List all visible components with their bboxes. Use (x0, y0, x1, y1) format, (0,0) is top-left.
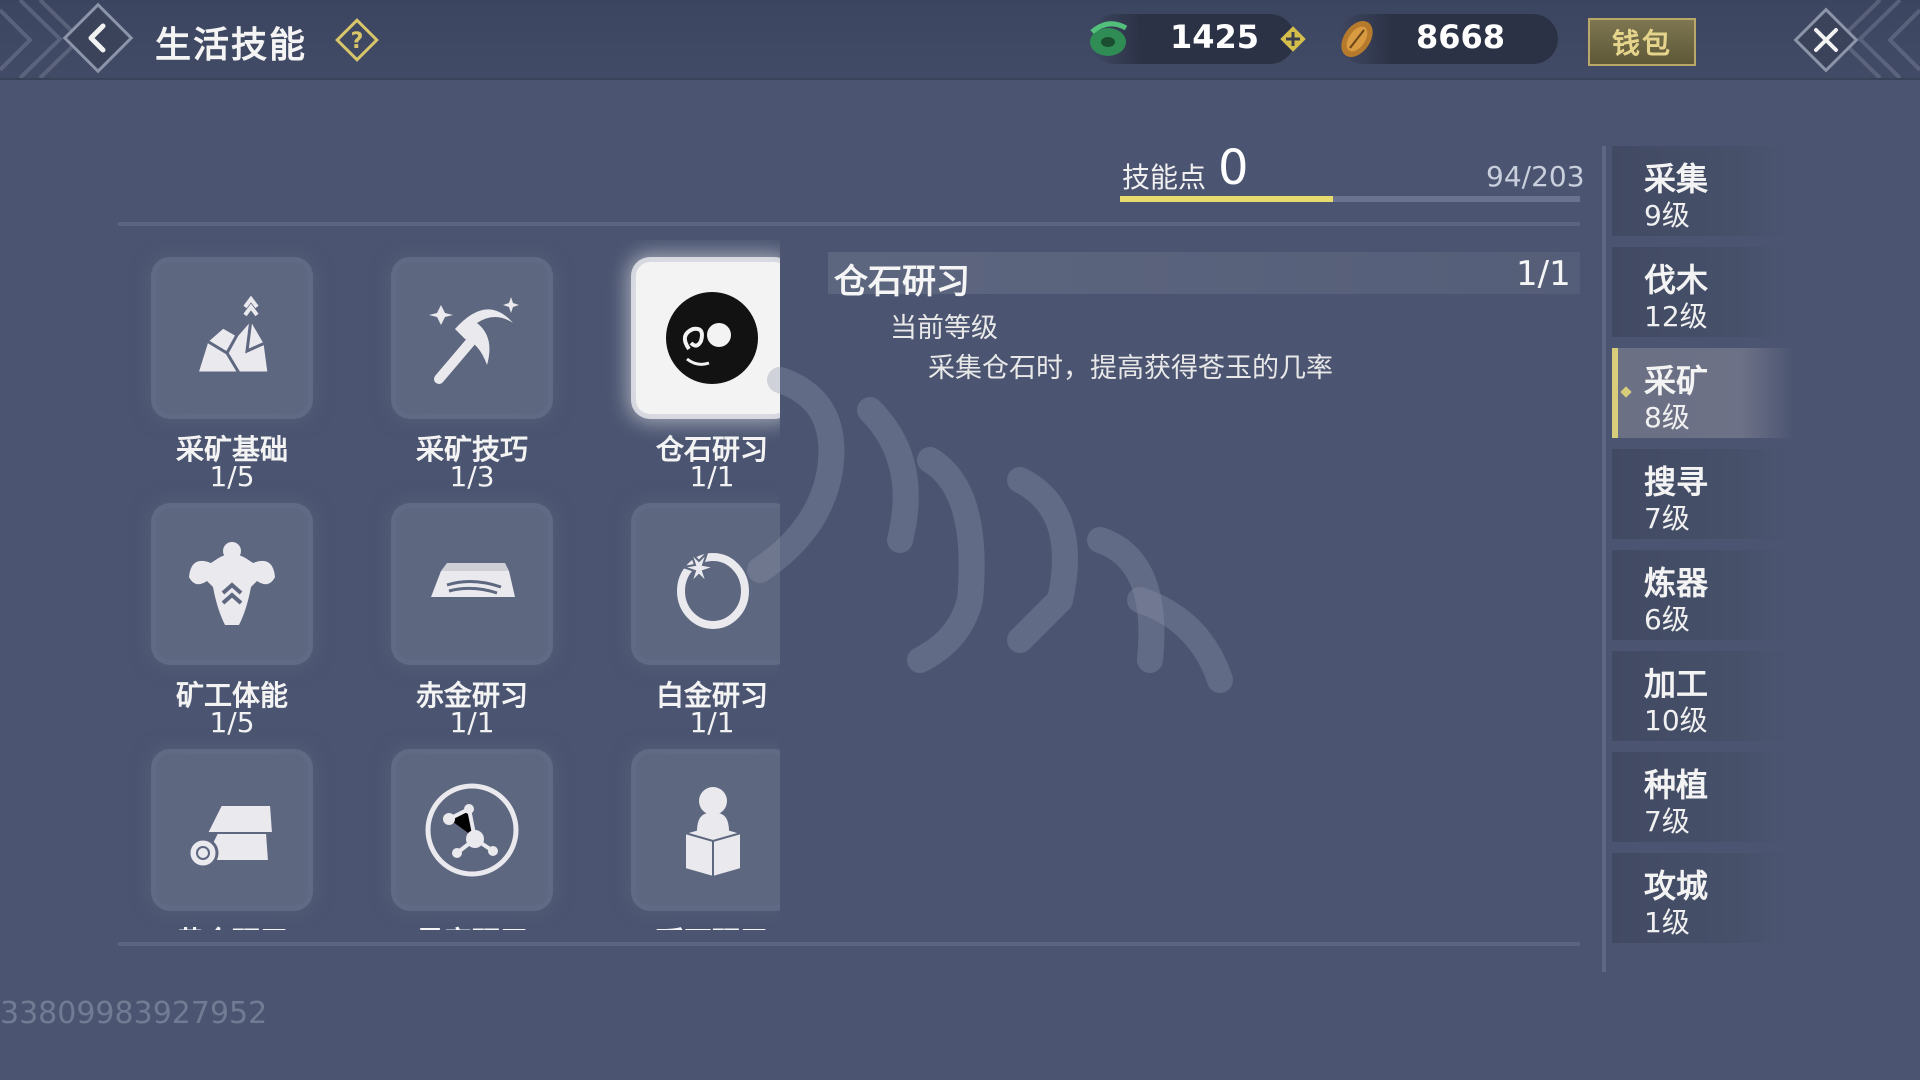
skill-item[interactable]: 星宿研习 (372, 740, 572, 930)
close-button[interactable] (1793, 7, 1859, 73)
skill-detail-title: 仓石研习 (834, 262, 970, 302)
skill-icon-frame (396, 262, 548, 414)
divider-top (118, 222, 1580, 226)
skill-item[interactable]: 采矿技巧 1/3 (372, 248, 572, 493)
close-icon (1814, 28, 1838, 52)
skill-level: 1/3 (449, 460, 495, 493)
skill-points-progress-text: 94/203 (1486, 160, 1585, 193)
tab-gathering[interactable]: 采集 9级 (1612, 146, 1788, 236)
coin-amount: 8668 (1416, 18, 1506, 56)
skill-name: 黄金研习 (132, 920, 332, 930)
skill-description: 采集仓石时，提高获得苍玉的几率 (928, 353, 1333, 384)
chevron-left-icon (88, 23, 106, 53)
current-level-label: 当前等级 (890, 313, 998, 344)
gold-ingots-icon (187, 804, 275, 869)
coin-icon (1341, 20, 1373, 58)
tab-logging[interactable]: 伐木 12级 (1612, 247, 1788, 337)
back-button[interactable] (62, 2, 134, 74)
skill-icon-frame (156, 508, 308, 660)
skill-item[interactable]: 赤金研习 1/1 (372, 494, 572, 739)
skill-icon-frame (156, 262, 308, 414)
skill-detail-level: 1/1 (1516, 254, 1571, 294)
ring-icon (677, 552, 749, 629)
tab-level: 10级 (1644, 704, 1708, 737)
add-currency-icon[interactable] (1278, 24, 1308, 54)
tab-level: 6级 (1644, 603, 1690, 636)
tab-processing[interactable]: 加工 10级 (1612, 651, 1788, 741)
skill-name: 瑶石研习 (612, 920, 780, 930)
skill-item[interactable]: 白金研习 1/1 (612, 494, 780, 739)
wallet-button[interactable]: 钱包 (1588, 18, 1696, 66)
tab-level: 1级 (1644, 906, 1690, 939)
watermark-icon (747, 367, 1233, 693)
skill-item[interactable]: 矿工体能 1/5 (132, 494, 332, 739)
skill-icon-frame (396, 754, 548, 906)
skill-item-selected[interactable]: 仓石研习 1/1 (612, 248, 780, 493)
skill-item[interactable]: 采矿基础 1/5 (132, 248, 332, 493)
skill-name: 星宿研习 (372, 920, 572, 930)
pickaxe-icon (429, 297, 519, 384)
skill-icon-frame (636, 508, 780, 660)
constellation-icon (425, 783, 519, 877)
gold-bar-icon (431, 563, 515, 597)
muscle-icon (189, 542, 275, 625)
seal-stone-icon (684, 787, 742, 879)
skill-points-progress-bar (1120, 196, 1580, 202)
user-id-text: 33809983927952 (0, 996, 268, 1031)
skill-points-value: 0 (1218, 140, 1249, 196)
jade-amount: 1425 (1170, 18, 1260, 56)
help-icon[interactable]: ? (335, 18, 379, 62)
tab-level: 7级 (1644, 805, 1690, 838)
tab-level: 12级 (1644, 300, 1708, 333)
jade-icon (1090, 21, 1128, 56)
skill-item[interactable]: 黄金研习 (132, 740, 332, 930)
skill-icon-frame (636, 754, 780, 906)
page-title: 生活技能 (155, 25, 308, 66)
tab-searching[interactable]: 搜寻 7级 (1612, 449, 1788, 539)
tab-level: 9级 (1644, 199, 1690, 232)
skill-level: 1/1 (689, 706, 735, 739)
skill-level: 1/5 (209, 460, 255, 493)
skill-level: 1/1 (449, 706, 495, 739)
skill-level: 1/5 (209, 706, 255, 739)
skill-points-progress-fill (1120, 196, 1333, 202)
tab-planting[interactable]: 种植 7级 (1612, 752, 1788, 842)
ore-icon (194, 295, 271, 375)
tabs-divider (1602, 146, 1606, 972)
tab-siege[interactable]: 攻城 1级 (1612, 853, 1788, 943)
top-bar: 生活技能 ? 1425 8668 钱包 (0, 0, 1920, 80)
skill-grid[interactable]: 采矿基础 1/5 采矿技巧 1/3 仓石研习 1/1 矿工体能 1/5 赤金研习… (120, 240, 780, 930)
skill-icon-frame (156, 754, 308, 906)
active-tab-marker (1620, 386, 1632, 398)
skill-points-label: 技能点 (1122, 161, 1207, 194)
tab-level: 7级 (1644, 502, 1690, 535)
tab-mining[interactable]: 采矿 8级 (1612, 348, 1794, 438)
svg-text:?: ? (351, 29, 364, 54)
tab-level: 8级 (1644, 401, 1690, 434)
skill-icon-frame (636, 262, 780, 414)
skill-icon-frame (396, 508, 548, 660)
tab-forging[interactable]: 炼器 6级 (1612, 550, 1788, 640)
jade-disc-icon (666, 292, 758, 384)
divider-bottom (118, 942, 1580, 946)
skill-level: 1/1 (689, 460, 735, 493)
skill-item[interactable]: 瑶石研习 (612, 740, 780, 930)
